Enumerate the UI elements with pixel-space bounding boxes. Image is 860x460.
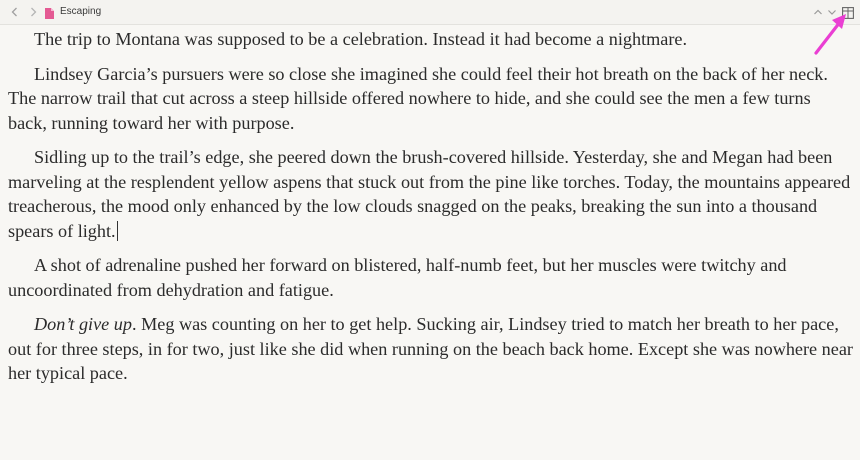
document-body[interactable]: The trip to Montana was supposed to be a… <box>8 27 853 396</box>
sidebar-panel-icon[interactable] <box>842 6 854 19</box>
paragraph: Sidling up to the trail’s edge, she peer… <box>8 145 853 243</box>
italic-text: Don’t give up <box>34 314 132 334</box>
document-title: Escaping <box>60 6 102 17</box>
chevron-up-icon[interactable] <box>812 5 824 19</box>
chevron-left-icon[interactable] <box>8 5 22 19</box>
text-cursor <box>116 220 118 241</box>
toolbar: Escaping <box>0 0 860 25</box>
chevron-down-icon[interactable] <box>826 5 838 19</box>
document-icon <box>45 6 54 19</box>
paragraph: Lindsey Garcia’s pursuers were so close … <box>8 63 828 133</box>
paragraph: Don’t give up. Meg was counting on her t… <box>8 312 853 386</box>
paragraph: A shot of adrenaline pushed her forward … <box>8 255 787 300</box>
editor-window: Escaping The trip to Montana was suppose… <box>0 0 860 460</box>
paragraph: The trip to Montana was supposed to be a… <box>34 29 688 49</box>
paragraph-text: Sidling up to the trail’s edge, she peer… <box>8 147 851 241</box>
chevron-right-icon[interactable] <box>26 5 40 19</box>
paragraph-text: . Meg was counting on her to get help. S… <box>8 314 853 383</box>
